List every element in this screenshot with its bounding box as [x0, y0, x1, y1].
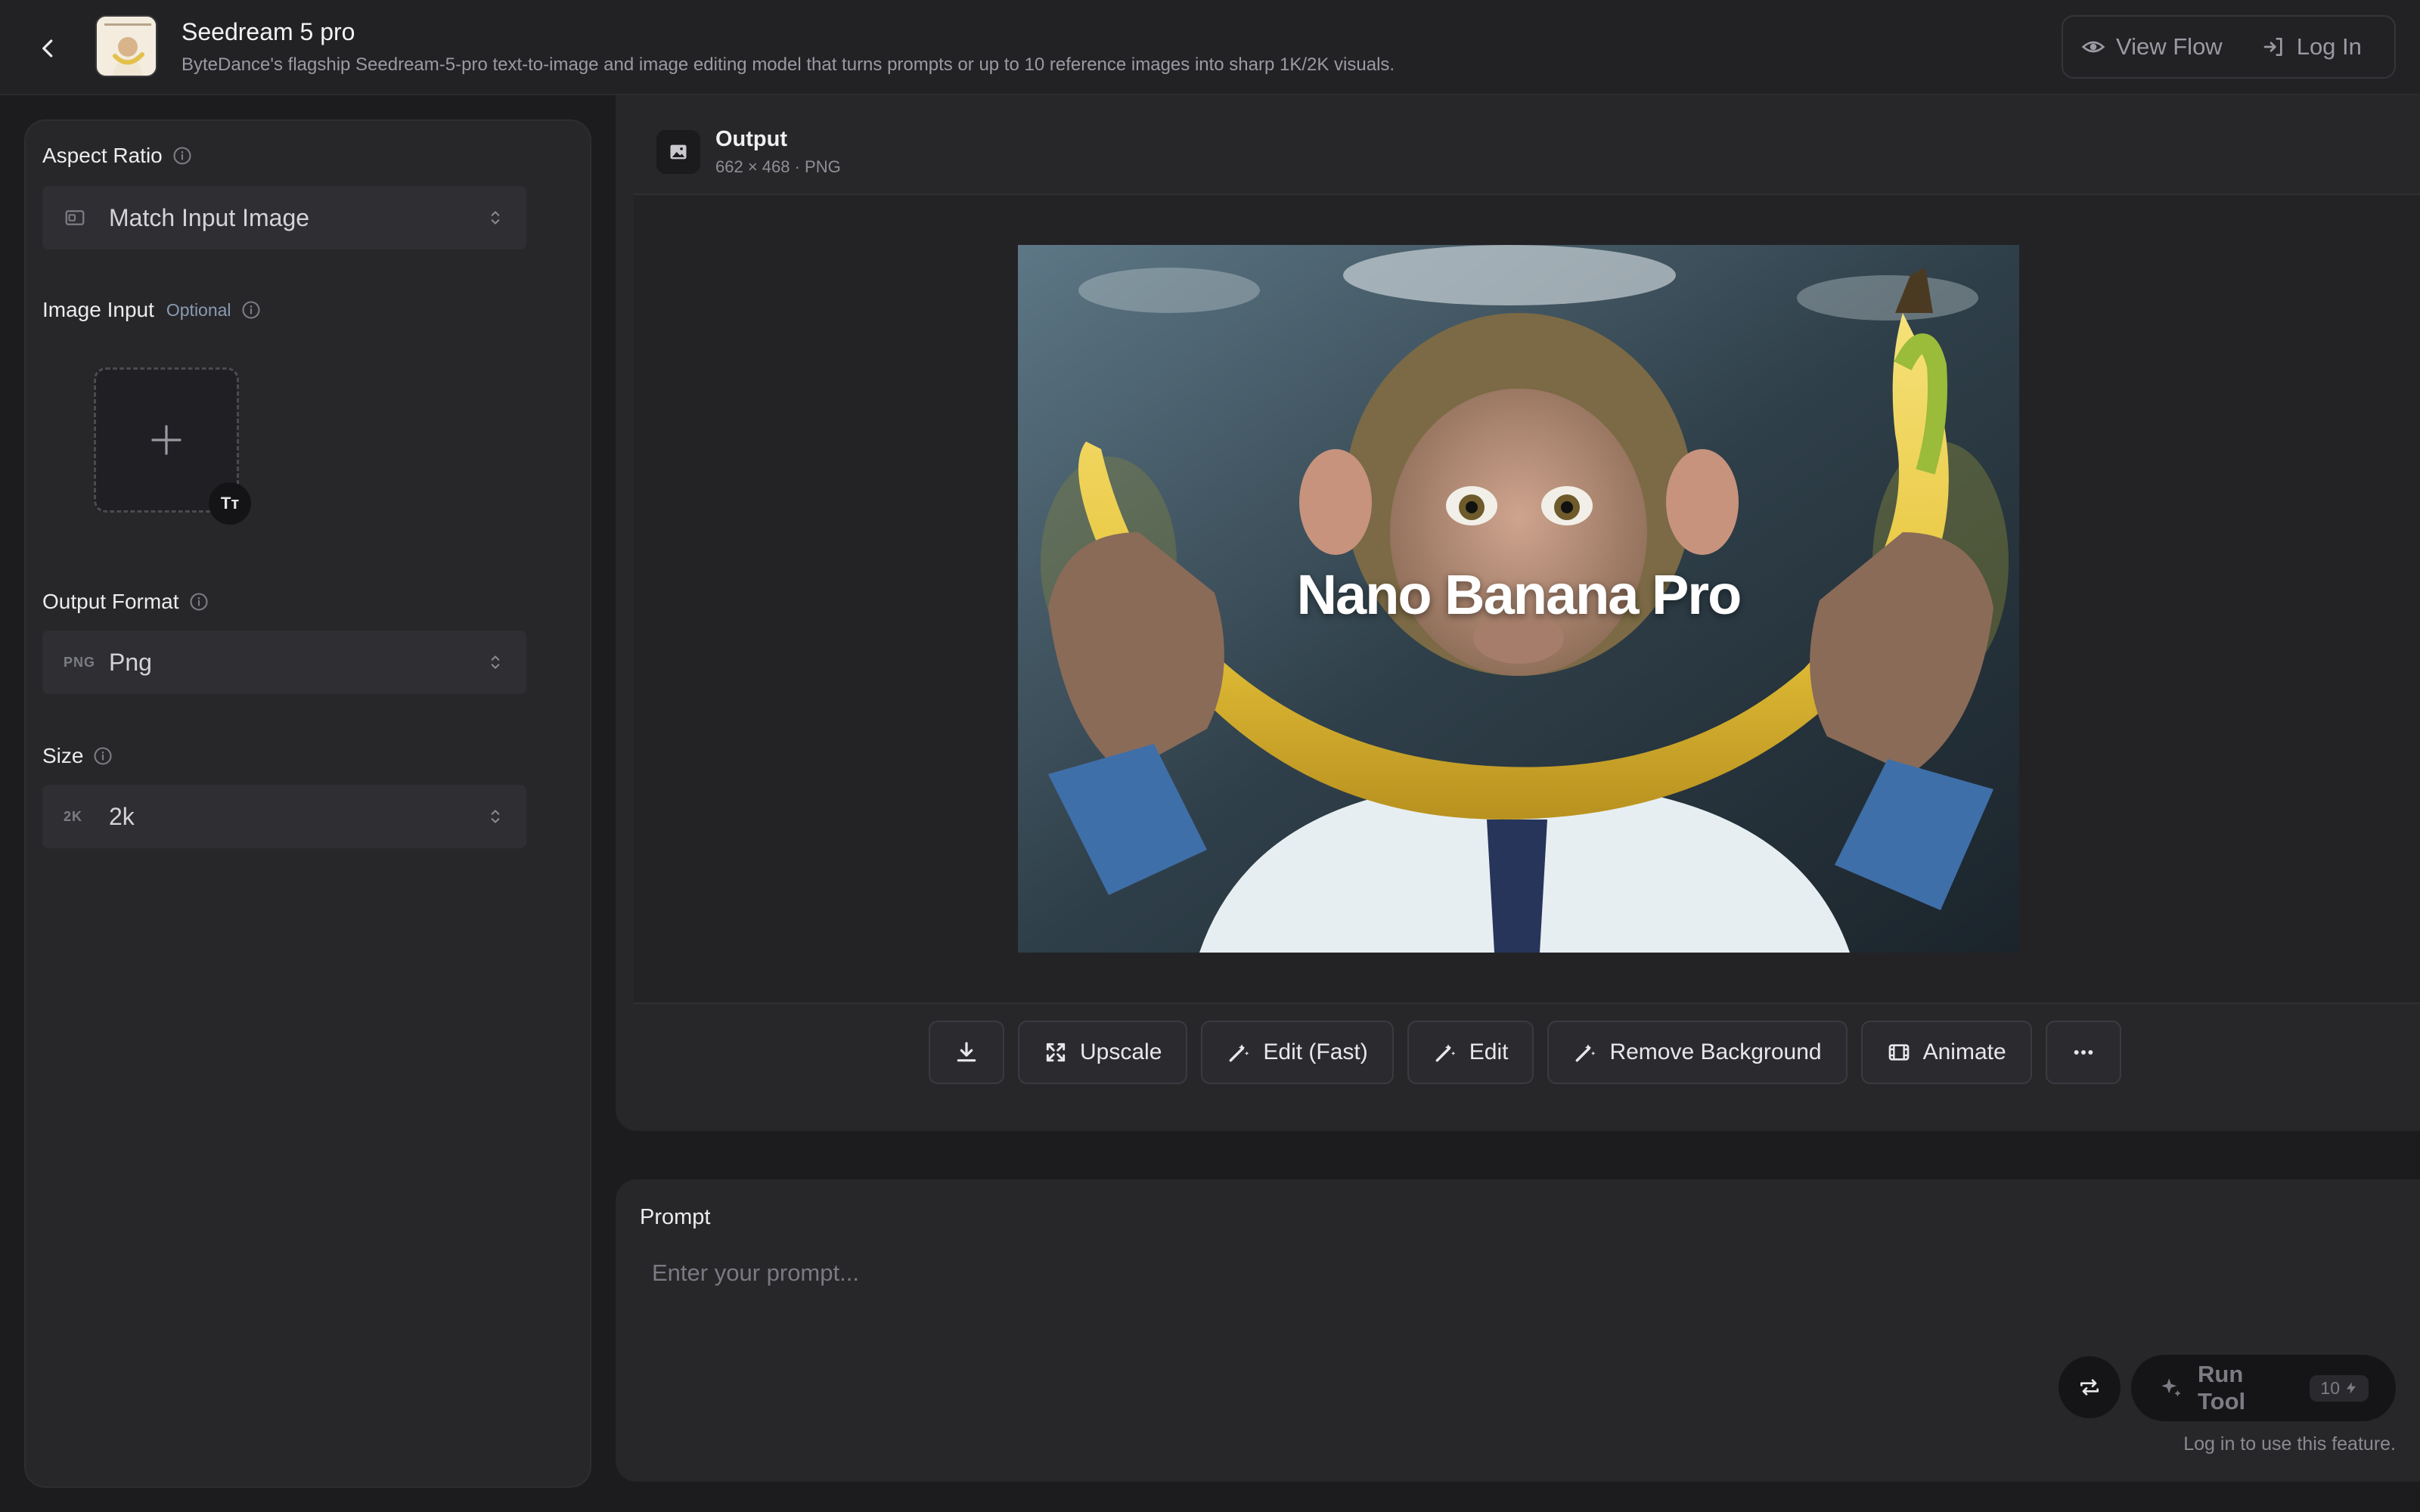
aspect-ratio-label-text: Aspect Ratio: [42, 144, 163, 167]
aspect-ratio-icon: [64, 206, 94, 229]
optional-tag: Optional: [166, 299, 231, 320]
bolt-icon: [2344, 1381, 2358, 1395]
film-icon: [1887, 1040, 1911, 1064]
sparkle-icon: [2158, 1375, 2184, 1401]
image-input-label: Image Input Optional: [42, 298, 262, 322]
format-prefix: PNG: [64, 654, 96, 670]
prompt-label: Prompt: [640, 1205, 711, 1229]
credit-badge: 10: [2310, 1374, 2369, 1402]
chevron-updown-icon: [486, 208, 505, 228]
size-prefix: 2K: [64, 808, 83, 824]
edit-fast-button[interactable]: Edit (Fast): [1201, 1021, 1394, 1084]
output-actions: Upscale Edit (Fast) Edit Remove Backgrou…: [929, 1021, 2121, 1084]
output-title: Output: [715, 127, 788, 151]
edit-fast-label: Edit (Fast): [1263, 1040, 1368, 1064]
output-format-label: Output Format: [42, 590, 209, 614]
size-label-text: Size: [42, 744, 84, 767]
app-title: Seedream 5 pro: [182, 18, 355, 45]
size-label: Size: [42, 744, 113, 768]
animate-button[interactable]: Animate: [1860, 1021, 2032, 1084]
run-tool-label: Run Tool: [2198, 1361, 2246, 1414]
download-button[interactable]: [929, 1021, 1004, 1084]
animate-label: Animate: [1922, 1040, 2006, 1064]
eye-icon: [2081, 35, 2105, 59]
info-icon[interactable]: [188, 591, 209, 612]
info-icon[interactable]: [92, 745, 113, 767]
output-format-value: Png: [109, 648, 152, 676]
info-icon[interactable]: [172, 145, 193, 166]
aspect-ratio-select[interactable]: Match Input Image: [42, 186, 526, 249]
credit-count: 10: [2320, 1377, 2340, 1398]
download-icon: [954, 1040, 979, 1064]
swap-icon: [2077, 1375, 2102, 1399]
info-icon[interactable]: [240, 299, 262, 321]
edit-button[interactable]: Edit: [1407, 1021, 1534, 1084]
size-select[interactable]: 2K 2k: [42, 785, 526, 848]
expand-icon: [1044, 1040, 1068, 1064]
top-header: Seedream 5 pro ByteDance's flagship Seed…: [0, 0, 2420, 95]
magic-wand-icon: [1433, 1040, 1457, 1064]
upscale-button[interactable]: Upscale: [1018, 1021, 1188, 1084]
log-in-label: Log In: [2296, 33, 2362, 60]
aspect-ratio-label: Aspect Ratio: [42, 144, 193, 168]
plus-icon: [148, 422, 185, 458]
edit-label: Edit: [1469, 1040, 1509, 1064]
run-tool-button[interactable]: Run Tool 10: [2131, 1355, 2396, 1421]
app-subtitle: ByteDance's flagship Seedream-5-pro text…: [182, 54, 1395, 75]
header-actions: View Flow Log In: [2062, 15, 2396, 79]
remove-background-button[interactable]: Remove Background: [1547, 1021, 1848, 1084]
login-icon: [2262, 35, 2286, 59]
back-arrow-icon[interactable]: [30, 30, 67, 67]
prompt-panel: [616, 1179, 2420, 1482]
image-input-label-text: Image Input: [42, 298, 154, 321]
chevron-updown-icon: [486, 807, 505, 826]
view-flow-label: View Flow: [2116, 33, 2223, 60]
image-icon: [656, 130, 700, 174]
more-icon: [2071, 1040, 2096, 1064]
swap-button[interactable]: [2059, 1356, 2121, 1418]
login-note: Log in to use this feature.: [2183, 1433, 2396, 1455]
more-options-button[interactable]: [2045, 1021, 2121, 1084]
output-format-select[interactable]: PNG Png: [42, 631, 526, 694]
text-input-toggle[interactable]: Tт: [209, 482, 251, 525]
size-value: 2k: [109, 802, 135, 830]
remove-background-label: Remove Background: [1609, 1040, 1822, 1064]
output-meta: 662 × 468 · PNG: [715, 157, 841, 176]
output-format-label-text: Output Format: [42, 590, 179, 613]
log-in-button[interactable]: Log In: [2262, 33, 2362, 60]
upscale-label: Upscale: [1080, 1040, 1162, 1064]
magic-wand-icon: [1227, 1040, 1251, 1064]
magic-wand-icon: [1573, 1040, 1597, 1064]
app-logo: [95, 15, 157, 77]
aspect-ratio-value: Match Input Image: [109, 203, 310, 231]
view-flow-button[interactable]: View Flow: [2081, 33, 2223, 60]
prompt-input[interactable]: [640, 1250, 2379, 1296]
image-caption-text: Nano Banana Pro: [1296, 563, 1742, 626]
chevron-updown-icon: [486, 652, 505, 672]
output-image[interactable]: Nano Banana Pro: [1018, 245, 2019, 953]
